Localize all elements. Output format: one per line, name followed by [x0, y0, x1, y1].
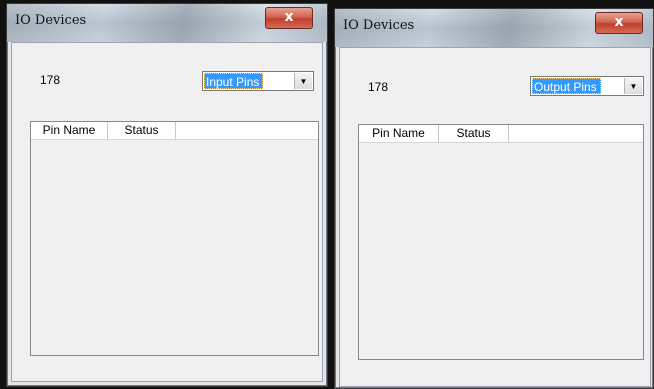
column-pin-name[interactable]: Pin Name — [359, 125, 439, 142]
io-devices-window-output: IO Devices x 178 Output Pins ▼ Pin Name … — [334, 8, 654, 389]
pin-type-dropdown[interactable]: Input Pins ▼ — [202, 71, 314, 91]
pin-type-selected: Output Pins — [532, 78, 601, 94]
pins-list[interactable]: Pin Name Status — [358, 124, 644, 360]
chevron-down-icon: ▼ — [299, 77, 308, 86]
column-status[interactable]: Status — [108, 122, 176, 139]
close-icon: x — [614, 14, 624, 30]
list-header: Pin Name Status — [359, 125, 643, 143]
device-number-label: 178 — [368, 80, 389, 94]
title-bar[interactable]: IO Devices x — [335, 9, 653, 47]
column-pin-name[interactable]: Pin Name — [31, 122, 108, 139]
pin-type-selected: Input Pins — [204, 73, 264, 89]
window-title: IO Devices — [343, 18, 415, 33]
pins-list[interactable]: Pin Name Status — [30, 121, 319, 356]
client-area: 178 Output Pins ▼ Pin Name Status — [339, 47, 651, 387]
io-devices-window-input: IO Devices x 178 Input Pins ▼ Pin Name S… — [6, 3, 328, 387]
device-number-label: 178 — [40, 73, 61, 87]
pin-type-dropdown[interactable]: Output Pins ▼ — [530, 76, 644, 96]
dropdown-button[interactable]: ▼ — [624, 78, 642, 94]
chevron-down-icon: ▼ — [629, 82, 638, 91]
window-title: IO Devices — [15, 13, 87, 28]
dropdown-button[interactable]: ▼ — [294, 73, 312, 89]
client-area: 178 Input Pins ▼ Pin Name Status — [11, 42, 323, 382]
close-button[interactable]: x — [595, 12, 643, 34]
title-bar[interactable]: IO Devices x — [7, 4, 327, 42]
close-button[interactable]: x — [265, 7, 313, 29]
column-status[interactable]: Status — [439, 125, 509, 142]
list-header: Pin Name Status — [31, 122, 318, 140]
close-icon: x — [284, 9, 294, 25]
